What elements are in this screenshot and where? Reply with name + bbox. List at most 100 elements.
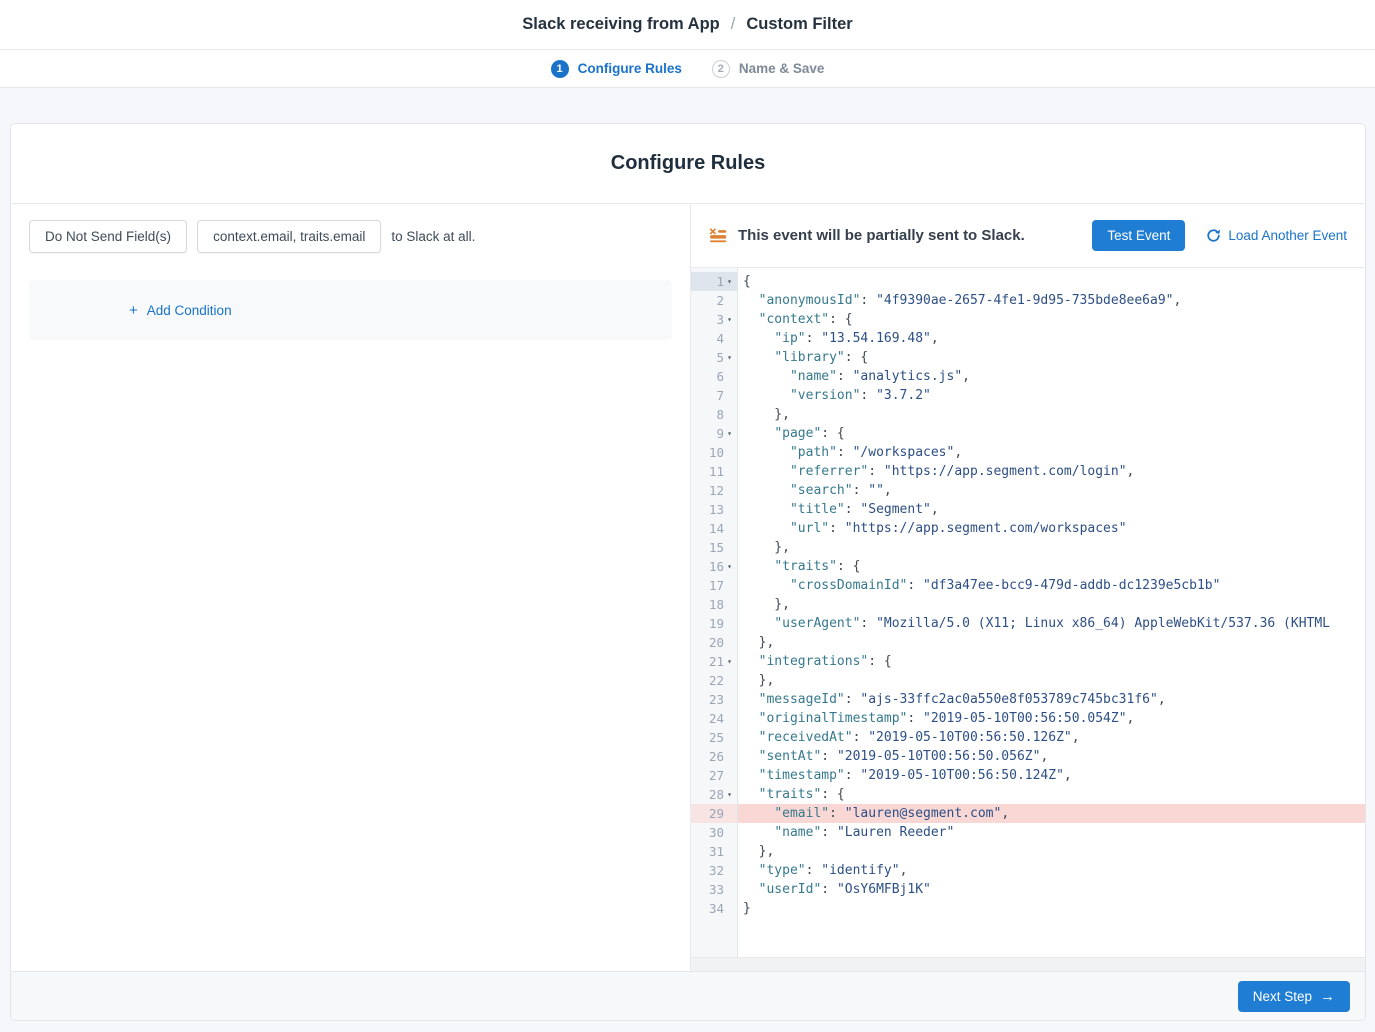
right-arrow-icon: → bbox=[1320, 989, 1335, 1004]
step-2-circle: 2 bbox=[712, 60, 730, 78]
gutter-line: 4 bbox=[691, 329, 737, 348]
code-line: "traits": { bbox=[738, 557, 1365, 576]
code-line: "timestamp": "2019-05-10T00:56:50.124Z", bbox=[738, 766, 1365, 785]
gutter-line: 31 bbox=[691, 842, 737, 861]
refresh-icon bbox=[1206, 228, 1221, 243]
gutter-line: 21▾ bbox=[691, 652, 737, 671]
breadcrumb-primary: Slack receiving from App bbox=[522, 15, 719, 34]
code-line: "page": { bbox=[738, 424, 1365, 443]
gutter-line: 3▾ bbox=[691, 310, 737, 329]
configure-rules-card: Configure Rules Do Not Send Field(s) con… bbox=[10, 123, 1366, 1021]
code-line: "name": "analytics.js", bbox=[738, 367, 1365, 386]
fold-toggle-icon[interactable]: ▾ bbox=[724, 316, 735, 324]
gutter-line: 22 bbox=[691, 671, 737, 690]
code-line: "sentAt": "2019-05-10T00:56:50.056Z", bbox=[738, 747, 1365, 766]
step-configure-rules[interactable]: 1 Configure Rules bbox=[551, 60, 682, 78]
code-line: "type": "identify", bbox=[738, 861, 1365, 880]
gutter-line: 18 bbox=[691, 595, 737, 614]
fold-toggle-icon[interactable]: ▾ bbox=[724, 658, 735, 666]
load-another-event-label: Load Another Event bbox=[1228, 228, 1347, 243]
add-condition-label: Add Condition bbox=[147, 303, 232, 318]
gutter-line: 17 bbox=[691, 576, 737, 595]
fold-toggle-icon[interactable]: ▾ bbox=[724, 791, 735, 799]
test-event-button[interactable]: Test Event bbox=[1092, 220, 1185, 251]
gutter-line: 32 bbox=[691, 861, 737, 880]
code-line: "userId": "OsY6MFBj1K" bbox=[738, 880, 1365, 899]
gutter-line: 6 bbox=[691, 367, 737, 386]
fold-toggle-icon[interactable]: ▾ bbox=[724, 430, 735, 438]
code-line: "referrer": "https://app.segment.com/log… bbox=[738, 462, 1365, 481]
step-2-label: Name & Save bbox=[739, 61, 825, 76]
gutter-line: 34 bbox=[691, 899, 737, 918]
add-condition-button[interactable]: + Add Condition bbox=[129, 303, 232, 318]
gutter-line: 16▾ bbox=[691, 557, 737, 576]
next-step-label: Next Step bbox=[1253, 989, 1312, 1004]
gutter-line: 14 bbox=[691, 519, 737, 538]
gutter-line: 15 bbox=[691, 538, 737, 557]
gutter-line: 5▾ bbox=[691, 348, 737, 367]
gutter-line: 29 bbox=[691, 804, 737, 823]
editor-gutter: 1▾23▾45▾6789▾10111213141516▾1718192021▾2… bbox=[691, 268, 738, 957]
gutter-line: 20 bbox=[691, 633, 737, 652]
load-another-event-button[interactable]: Load Another Event bbox=[1206, 228, 1347, 243]
step-1-label: Configure Rules bbox=[578, 61, 682, 76]
event-header: This event will be partially sent to Sla… bbox=[691, 204, 1365, 268]
rule-config-panel: Do Not Send Field(s) context.email, trai… bbox=[11, 204, 691, 971]
breadcrumb-secondary: Custom Filter bbox=[746, 15, 852, 34]
rule-row: Do Not Send Field(s) context.email, trai… bbox=[29, 220, 672, 253]
fold-toggle-icon[interactable]: ▾ bbox=[724, 563, 735, 571]
event-status-text: This event will be partially sent to Sla… bbox=[738, 227, 1092, 244]
code-line: "url": "https://app.segment.com/workspac… bbox=[738, 519, 1365, 538]
code-line: "name": "Lauren Reeder" bbox=[738, 823, 1365, 842]
fold-toggle-icon[interactable]: ▾ bbox=[724, 278, 735, 286]
code-line: } bbox=[738, 899, 1365, 918]
code-line: "messageId": "ajs-33ffc2ac0a550e8f053789… bbox=[738, 690, 1365, 709]
fold-toggle-icon[interactable]: ▾ bbox=[724, 354, 735, 362]
gutter-line: 10 bbox=[691, 443, 737, 462]
condition-box: + Add Condition bbox=[29, 280, 672, 340]
code-line: "ip": "13.54.169.48", bbox=[738, 329, 1365, 348]
code-line: "crossDomainId": "df3a47ee-bcc9-479d-add… bbox=[738, 576, 1365, 595]
gutter-line: 19 bbox=[691, 614, 737, 633]
code-line: "receivedAt": "2019-05-10T00:56:50.126Z"… bbox=[738, 728, 1365, 747]
gutter-line: 27 bbox=[691, 766, 737, 785]
code-line: "integrations": { bbox=[738, 652, 1365, 671]
gutter-line: 7 bbox=[691, 386, 737, 405]
gutter-line: 12 bbox=[691, 481, 737, 500]
gutter-line: 25 bbox=[691, 728, 737, 747]
page-title: Configure Rules bbox=[11, 124, 1365, 204]
gutter-line: 9▾ bbox=[691, 424, 737, 443]
card-body: Do Not Send Field(s) context.email, trai… bbox=[11, 204, 1365, 971]
json-editor[interactable]: 1▾23▾45▾6789▾10111213141516▾1718192021▾2… bbox=[691, 268, 1365, 957]
rule-fields-input[interactable]: context.email, traits.email bbox=[197, 220, 381, 253]
code-line: }, bbox=[738, 671, 1365, 690]
code-line: "context": { bbox=[738, 310, 1365, 329]
gutter-line: 13 bbox=[691, 500, 737, 519]
breadcrumb-separator: / bbox=[720, 15, 747, 34]
breadcrumb: Slack receiving from App / Custom Filter bbox=[522, 15, 852, 34]
rule-suffix-text: to Slack at all. bbox=[391, 229, 475, 244]
next-step-button[interactable]: Next Step → bbox=[1238, 981, 1350, 1012]
code-line: "title": "Segment", bbox=[738, 500, 1365, 519]
code-line: }, bbox=[738, 538, 1365, 557]
code-line: "search": "", bbox=[738, 481, 1365, 500]
step-name-and-save[interactable]: 2 Name & Save bbox=[712, 60, 825, 78]
gutter-line: 33 bbox=[691, 880, 737, 899]
card-footer: Next Step → bbox=[11, 971, 1365, 1020]
editor-code-lines: { "anonymousId": "4f9390ae-2657-4fe1-9d9… bbox=[738, 268, 1365, 957]
code-line: }, bbox=[738, 633, 1365, 652]
code-line: }, bbox=[738, 595, 1365, 614]
gutter-line: 28▾ bbox=[691, 785, 737, 804]
gutter-line: 2 bbox=[691, 291, 737, 310]
step-indicator-bar: 1 Configure Rules 2 Name & Save bbox=[0, 50, 1375, 88]
code-line: "path": "/workspaces", bbox=[738, 443, 1365, 462]
gutter-line: 30 bbox=[691, 823, 737, 842]
gutter-line: 26 bbox=[691, 747, 737, 766]
editor-horizontal-scrollbar[interactable] bbox=[691, 957, 1365, 971]
gutter-line: 24 bbox=[691, 709, 737, 728]
rule-action-selector[interactable]: Do Not Send Field(s) bbox=[29, 220, 187, 253]
code-line: "userAgent": "Mozilla/5.0 (X11; Linux x8… bbox=[738, 614, 1365, 633]
event-preview-panel: This event will be partially sent to Sla… bbox=[691, 204, 1365, 971]
top-header-bar: Slack receiving from App / Custom Filter bbox=[0, 0, 1375, 50]
gutter-line: 8 bbox=[691, 405, 737, 424]
